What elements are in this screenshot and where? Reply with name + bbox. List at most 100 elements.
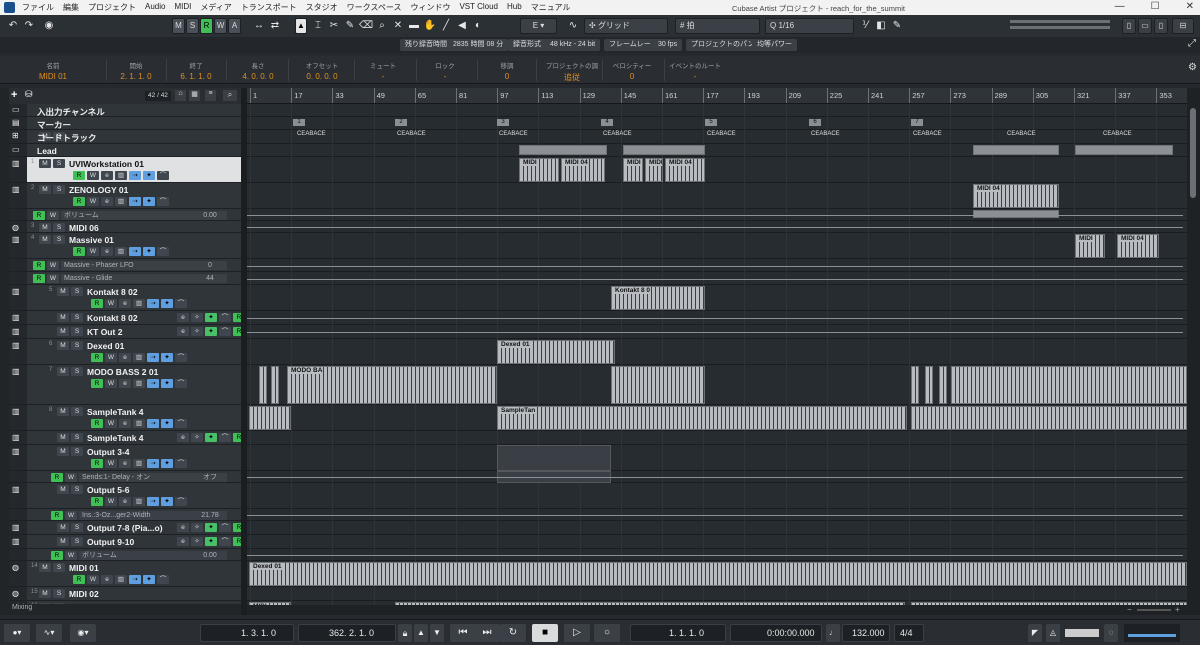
read-button[interactable]: R (51, 473, 63, 482)
midi-part[interactable] (973, 210, 1059, 218)
instrument-button[interactable]: ▥ (133, 497, 145, 506)
track-lane[interactable] (247, 587, 1187, 601)
instrument-button[interactable]: ▥ (115, 247, 127, 256)
locator-down-icon[interactable]: ▼ (430, 624, 444, 642)
workspace-icon[interactable]: ⊟ (1172, 18, 1194, 34)
track-row[interactable]: ◍ 3 M S MIDI 06 (9, 221, 241, 233)
play-icon[interactable]: ▷ (564, 624, 590, 642)
draw-tool-icon[interactable]: ✎ (343, 18, 357, 34)
go-to-end-icon[interactable]: ⏭ (474, 624, 500, 642)
edit-button[interactable]: e (177, 433, 189, 442)
edit-button[interactable]: e (177, 327, 189, 336)
cycle-icon[interactable]: ↻ (500, 624, 526, 642)
automation-button[interactable]: ⌒ (175, 299, 187, 308)
read-button[interactable]: R (91, 379, 103, 388)
write-automation-button[interactable]: W (214, 18, 227, 34)
monitor-button[interactable]: ⇢ (147, 299, 159, 308)
mute-button[interactable]: M (57, 537, 69, 546)
quantize-panel-icon[interactable]: ◧ (874, 18, 888, 34)
chord-event[interactable]: CEABACE (297, 131, 326, 137)
automation-curve[interactable] (247, 227, 1183, 228)
mute-button[interactable]: M (57, 447, 69, 456)
monitor-button[interactable]: ✦ (205, 327, 217, 336)
chord-event[interactable]: CEABACE (811, 131, 840, 137)
midi-part[interactable] (911, 406, 1187, 430)
lock-icon[interactable]: 🔒︎ (398, 624, 412, 642)
automation-parameter[interactable]: Massive - Glide (61, 274, 211, 283)
stop-icon[interactable]: ■ (532, 624, 558, 642)
object-selection-tool-icon[interactable]: ▲ (295, 18, 307, 34)
midi-part[interactable] (951, 366, 1187, 404)
solo-button[interactable]: S (53, 235, 65, 244)
read-button[interactable]: R (73, 575, 85, 584)
track-lane[interactable] (247, 117, 1187, 130)
mute-all-button[interactable]: M (172, 18, 185, 34)
write-button[interactable]: W (87, 575, 99, 584)
edit-button[interactable]: e (101, 171, 113, 180)
automation-button[interactable]: ⌒ (175, 459, 187, 468)
midi-part[interactable] (925, 366, 933, 404)
read-button[interactable]: R (51, 551, 63, 560)
info-value[interactable]: 追従 (540, 72, 604, 83)
right-locator-field[interactable]: 362. 2. 1. 0 (298, 624, 396, 642)
locator-up-icon[interactable]: ▲ (414, 624, 428, 642)
tempo-track-icon[interactable]: ◬ (1046, 624, 1060, 642)
menu-item[interactable]: スタジオ (306, 2, 338, 13)
punch-icon[interactable]: ◉▾ (70, 624, 96, 642)
track-name[interactable]: SampleTank 4 (87, 433, 144, 443)
automation-value[interactable]: オフ (193, 473, 227, 482)
track-row[interactable]: ▤ マーカー (9, 117, 241, 130)
track-row[interactable]: ◍ 15 M S MIDI 02 (9, 587, 241, 601)
automation-value[interactable]: 0 (193, 261, 227, 270)
velocity-selector[interactable]: E ▾ (520, 18, 557, 34)
solo-button[interactable]: S (71, 447, 83, 456)
monitor-button[interactable]: ⇢ (129, 247, 141, 256)
track-row[interactable]: ▥ MS KT Out 2 e✧✦⌒RW (9, 325, 241, 339)
record-enable-button[interactable]: ✦ (161, 459, 173, 468)
monitor-button[interactable]: ✦ (205, 537, 217, 546)
automation-value[interactable]: 44 (193, 274, 227, 283)
solo-button[interactable]: S (71, 327, 83, 336)
search-icon[interactable]: ⌕ (223, 90, 237, 101)
track-name[interactable]: MODO BASS 2 01 (87, 367, 158, 377)
solo-button[interactable]: S (53, 159, 65, 168)
track-row[interactable]: ◍ 14 M S MIDI 01 R We ▥ ⇢ ✦ ⌒ (9, 561, 241, 587)
mute-button[interactable]: M (39, 589, 51, 598)
automation-button[interactable]: ⌒ (219, 523, 231, 532)
marker[interactable]: 3 (497, 119, 509, 126)
monitor-button[interactable]: ✦ (205, 523, 217, 532)
track-lane[interactable] (247, 431, 1187, 445)
midi-part[interactable]: MIDI (1075, 234, 1105, 258)
glue-tool-icon[interactable]: ▬ (407, 18, 421, 34)
track-name[interactable]: SampleTank 4 (87, 407, 144, 417)
automation-button[interactable]: ⌒ (157, 247, 169, 256)
instrument-button[interactable]: ▥ (115, 575, 127, 584)
write-button[interactable]: W (105, 459, 117, 468)
automation-button[interactable]: ⌒ (219, 313, 231, 322)
midi-part[interactable]: MIDI (623, 158, 643, 182)
midi-part[interactable] (939, 366, 947, 404)
solo-button[interactable]: S (53, 223, 65, 232)
fx-button[interactable]: ✧ (191, 433, 203, 442)
track-row[interactable]: ▥ 5 M S Kontakt 8 02 R We ▥ ⇢ ✦ ⌒ (9, 285, 241, 311)
menu-item[interactable]: ファイル (22, 2, 54, 13)
track-name[interactable]: KT Out 2 (87, 327, 122, 337)
automation-value[interactable]: 0.00 (193, 551, 227, 560)
write-button[interactable]: W (87, 247, 99, 256)
monitor-button[interactable]: ✦ (205, 313, 217, 322)
read-button[interactable]: R (33, 261, 45, 270)
track-presets-icon[interactable]: ⛁ (25, 89, 33, 100)
track-row[interactable]: R W ボリューム 0.00 (9, 549, 241, 561)
read-button[interactable]: R (73, 197, 85, 206)
record-mode-icon[interactable]: ●▾ (4, 624, 30, 642)
info-value[interactable]: 0 (481, 72, 533, 81)
midi-part[interactable] (623, 145, 705, 155)
read-button[interactable]: R (91, 353, 103, 362)
write-button[interactable]: W (105, 299, 117, 308)
menu-item[interactable]: マニュアル (531, 2, 571, 13)
midi-part[interactable] (611, 366, 705, 404)
automation-value[interactable]: 0.00 (193, 211, 227, 220)
midi-part[interactable] (249, 406, 291, 430)
snap-type-select[interactable]: ✣ グリッド (584, 18, 668, 34)
solo-button[interactable]: S (71, 433, 83, 442)
